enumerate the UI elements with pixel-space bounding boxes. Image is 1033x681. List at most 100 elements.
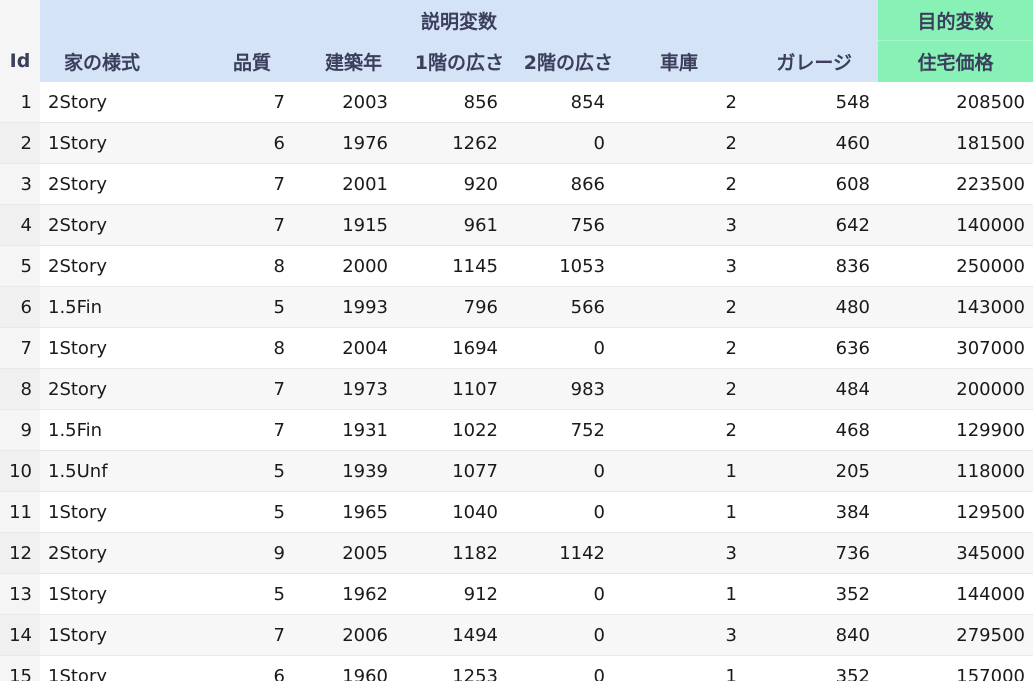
column-header-house-style[interactable]: 家の様式 [40, 40, 190, 82]
cell-floor2-area: 0 [506, 655, 613, 681]
cell-garage-cars: 2 [613, 286, 745, 328]
cell-garage-cars: 3 [613, 532, 745, 574]
cell-price: 129900 [878, 409, 1033, 451]
table-body: 1 2Story 7 2003 856 854 2 548 208500 2 1… [0, 82, 1033, 681]
cell-price: 307000 [878, 327, 1033, 369]
cell-floor2-area: 983 [506, 368, 613, 410]
cell-house-style: 2Story [40, 245, 190, 287]
table-row[interactable]: 2 1Story 6 1976 1262 0 2 460 181500 [0, 122, 1033, 164]
table-row[interactable]: 9 1.5Fin 7 1931 1022 752 2 468 129900 [0, 409, 1033, 451]
cell-garage-cars: 1 [613, 491, 745, 533]
cell-quality: 8 [190, 245, 293, 287]
cell-floor2-area: 756 [506, 204, 613, 246]
table-row[interactable]: 4 2Story 7 1915 961 756 3 642 140000 [0, 204, 1033, 246]
table-row[interactable]: 11 1Story 5 1965 1040 0 1 384 129500 [0, 491, 1033, 533]
cell-house-style: 1Story [40, 614, 190, 656]
cell-garage-area: 636 [745, 327, 878, 369]
column-header-quality[interactable]: 品質 [190, 40, 293, 82]
cell-floor2-area: 854 [506, 82, 613, 123]
column-header-garage-area[interactable]: ガレージ [745, 40, 878, 82]
cell-quality: 5 [190, 573, 293, 615]
cell-year-built: 1976 [293, 122, 396, 164]
table-row[interactable]: 3 2Story 7 2001 920 866 2 608 223500 [0, 163, 1033, 205]
group-header-explanatory: 説明変数 [40, 0, 878, 41]
cell-year-built: 1960 [293, 655, 396, 681]
corner-cell [0, 0, 40, 41]
cell-quality: 7 [190, 82, 293, 123]
cell-id: 5 [0, 245, 40, 287]
cell-quality: 5 [190, 491, 293, 533]
cell-quality: 9 [190, 532, 293, 574]
column-header-floor2-area[interactable]: 2階の広さ [506, 40, 613, 82]
cell-garage-area: 352 [745, 655, 878, 681]
cell-floor1-area: 856 [396, 82, 506, 123]
cell-garage-cars: 2 [613, 368, 745, 410]
cell-year-built: 2000 [293, 245, 396, 287]
cell-garage-area: 548 [745, 82, 878, 123]
cell-house-style: 1Story [40, 327, 190, 369]
cell-floor1-area: 1040 [396, 491, 506, 533]
table-row[interactable]: 13 1Story 5 1962 912 0 1 352 144000 [0, 573, 1033, 615]
cell-price: 143000 [878, 286, 1033, 328]
cell-garage-area: 836 [745, 245, 878, 287]
cell-year-built: 1962 [293, 573, 396, 615]
cell-id: 15 [0, 655, 40, 681]
cell-year-built: 1993 [293, 286, 396, 328]
cell-price: 129500 [878, 491, 1033, 533]
cell-garage-area: 205 [745, 450, 878, 492]
cell-floor1-area: 961 [396, 204, 506, 246]
table-row[interactable]: 12 2Story 9 2005 1182 1142 3 736 345000 [0, 532, 1033, 574]
table-row[interactable]: 5 2Story 8 2000 1145 1053 3 836 250000 [0, 245, 1033, 287]
cell-garage-area: 642 [745, 204, 878, 246]
cell-price: 181500 [878, 122, 1033, 164]
column-header-year-built[interactable]: 建築年 [293, 40, 396, 82]
cell-floor1-area: 1253 [396, 655, 506, 681]
cell-quality: 7 [190, 204, 293, 246]
cell-floor2-area: 0 [506, 122, 613, 164]
cell-floor2-area: 752 [506, 409, 613, 451]
group-header-row: 説明変数 目的変数 [0, 0, 1033, 41]
cell-year-built: 1915 [293, 204, 396, 246]
cell-house-style: 1.5Unf [40, 450, 190, 492]
column-header-price[interactable]: 住宅価格 [878, 40, 1033, 82]
cell-price: 223500 [878, 163, 1033, 205]
table-row[interactable]: 1 2Story 7 2003 856 854 2 548 208500 [0, 82, 1033, 123]
cell-quality: 7 [190, 614, 293, 656]
cell-quality: 7 [190, 163, 293, 205]
cell-quality: 6 [190, 122, 293, 164]
cell-floor1-area: 1077 [396, 450, 506, 492]
cell-year-built: 2006 [293, 614, 396, 656]
cell-price: 279500 [878, 614, 1033, 656]
column-header-garage-cars[interactable]: 車庫 [613, 40, 745, 82]
table-row[interactable]: 7 1Story 8 2004 1694 0 2 636 307000 [0, 327, 1033, 369]
cell-id: 4 [0, 204, 40, 246]
cell-id: 13 [0, 573, 40, 615]
cell-garage-cars: 3 [613, 245, 745, 287]
cell-floor1-area: 912 [396, 573, 506, 615]
cell-house-style: 1Story [40, 491, 190, 533]
cell-id: 3 [0, 163, 40, 205]
cell-price: 208500 [878, 82, 1033, 123]
cell-price: 345000 [878, 532, 1033, 574]
cell-floor1-area: 1182 [396, 532, 506, 574]
cell-year-built: 1973 [293, 368, 396, 410]
cell-floor2-area: 1053 [506, 245, 613, 287]
cell-garage-cars: 3 [613, 204, 745, 246]
cell-garage-cars: 2 [613, 327, 745, 369]
table-row[interactable]: 10 1.5Unf 5 1939 1077 0 1 205 118000 [0, 450, 1033, 492]
column-header-id[interactable]: Id [0, 40, 40, 82]
cell-quality: 7 [190, 368, 293, 410]
table-row[interactable]: 14 1Story 7 2006 1494 0 3 840 279500 [0, 614, 1033, 656]
table-row[interactable]: 6 1.5Fin 5 1993 796 566 2 480 143000 [0, 286, 1033, 328]
table-row[interactable]: 15 1Story 6 1960 1253 0 1 352 157000 [0, 655, 1033, 681]
cell-floor2-area: 1142 [506, 532, 613, 574]
cell-house-style: 2Story [40, 532, 190, 574]
cell-house-style: 2Story [40, 204, 190, 246]
cell-id: 9 [0, 409, 40, 451]
column-header-floor1-area[interactable]: 1階の広さ [396, 40, 506, 82]
table-row[interactable]: 8 2Story 7 1973 1107 983 2 484 200000 [0, 368, 1033, 410]
cell-floor2-area: 0 [506, 573, 613, 615]
cell-id: 14 [0, 614, 40, 656]
cell-garage-area: 460 [745, 122, 878, 164]
housing-data-table: 説明変数 目的変数 Id 家の様式 品質 建築年 1階の広さ 2階の広さ 車庫 … [0, 0, 1033, 681]
